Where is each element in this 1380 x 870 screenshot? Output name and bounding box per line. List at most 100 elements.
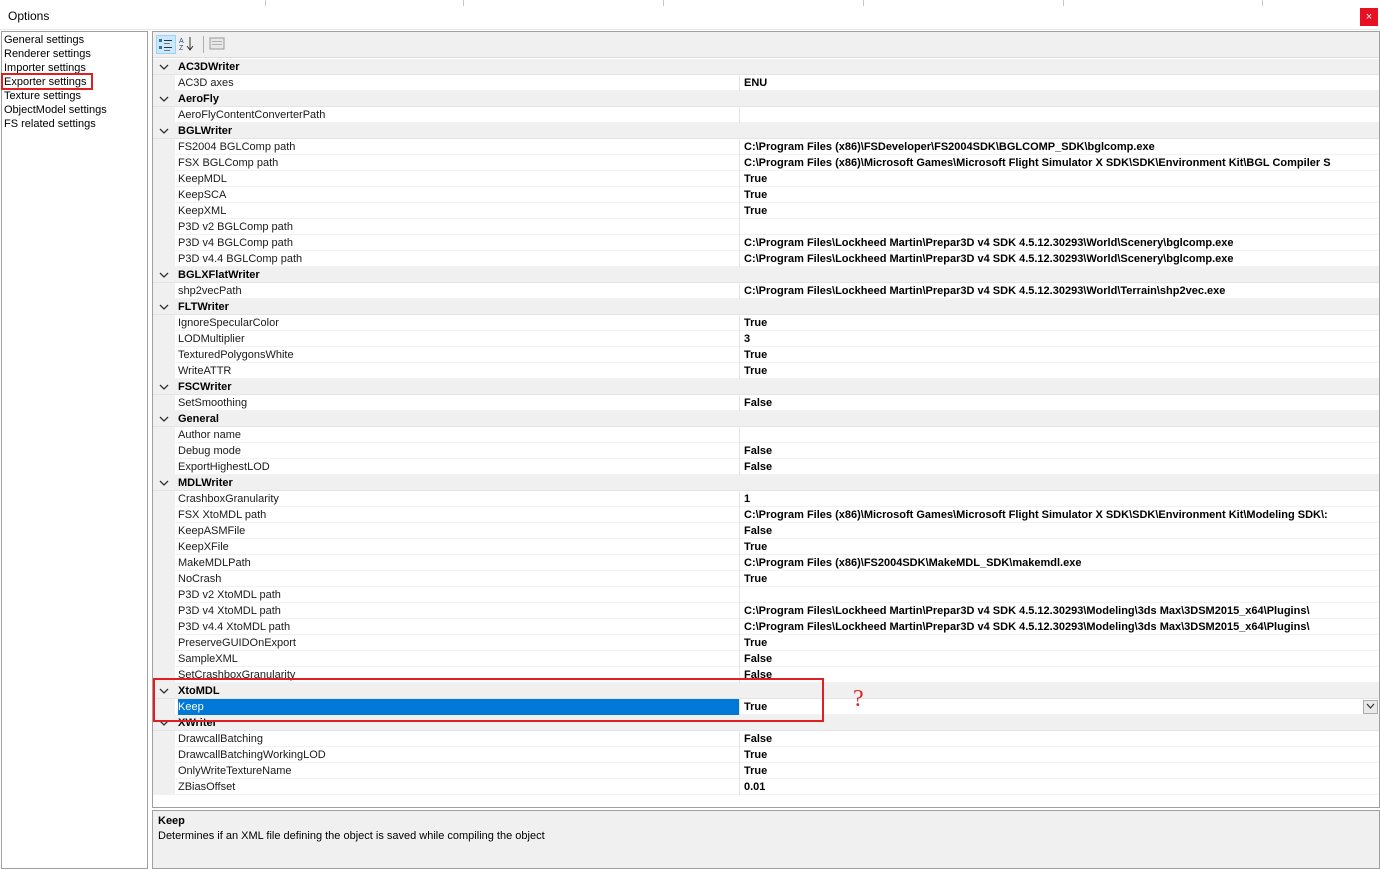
- property-value[interactable]: False: [739, 395, 1379, 411]
- property-name[interactable]: SampleXML: [178, 651, 739, 667]
- category-row[interactable]: FLTWriter: [153, 299, 1379, 315]
- property-row[interactable]: KeepASMFile False: [153, 523, 1379, 539]
- sidebar-item-texture[interactable]: Texture settings: [4, 89, 81, 103]
- property-name[interactable]: CrashboxGranularity: [178, 491, 739, 507]
- property-row[interactable]: MakeMDLPath C:\Program Files (x86)\FS2004…: [153, 555, 1379, 571]
- property-row[interactable]: DrawcallBatching False: [153, 731, 1379, 747]
- category-row[interactable]: BGLWriter: [153, 123, 1379, 139]
- property-value[interactable]: True: [739, 571, 1379, 587]
- property-value[interactable]: C:\Program Files (x86)\FS2004SDK\MakeMDL…: [739, 555, 1379, 571]
- property-value[interactable]: 0.01: [739, 779, 1379, 795]
- property-value[interactable]: True: [739, 203, 1379, 219]
- property-name[interactable]: KeepXML: [178, 203, 739, 219]
- property-name[interactable]: Author name: [178, 427, 739, 443]
- property-value[interactable]: [739, 107, 1379, 123]
- property-row[interactable]: P3D v4 BGLComp path C:\Program Files\Lock…: [153, 235, 1379, 251]
- property-value[interactable]: C:\Program Files (x86)\Microsoft Games\M…: [739, 507, 1379, 523]
- property-row[interactable]: ZBiasOffset 0.01: [153, 779, 1379, 795]
- property-row[interactable]: P3D v2 XtoMDL path: [153, 587, 1379, 603]
- property-value[interactable]: True: [739, 747, 1379, 763]
- property-row[interactable]: SetSmoothing False: [153, 395, 1379, 411]
- sidebar-item-objectmodel[interactable]: ObjectModel settings: [4, 103, 107, 117]
- property-name[interactable]: FSX XtoMDL path: [178, 507, 739, 523]
- category-row[interactable]: MDLWriter: [153, 475, 1379, 491]
- property-name[interactable]: KeepASMFile: [178, 523, 739, 539]
- category-row[interactable]: General: [153, 411, 1379, 427]
- property-row[interactable]: FSX XtoMDL path C:\Program Files (x86)\Mi…: [153, 507, 1379, 523]
- close-button[interactable]: ×: [1360, 8, 1378, 26]
- property-name[interactable]: ExportHighestLOD: [178, 459, 739, 475]
- property-name[interactable]: SetSmoothing: [178, 395, 739, 411]
- property-value[interactable]: False: [739, 523, 1379, 539]
- property-row[interactable]: FSX BGLComp path C:\Program Files (x86)\M…: [153, 155, 1379, 171]
- property-row[interactable]: LODMultiplier 3: [153, 331, 1379, 347]
- property-value[interactable]: False: [739, 443, 1379, 459]
- property-row[interactable]: KeepXFile True: [153, 539, 1379, 555]
- category-row[interactable]: AeroFly: [153, 91, 1379, 107]
- property-row[interactable]: Debug mode False: [153, 443, 1379, 459]
- property-value[interactable]: True: [739, 171, 1379, 187]
- property-name[interactable]: P3D v2 BGLComp path: [178, 219, 739, 235]
- property-value[interactable]: False: [739, 459, 1379, 475]
- property-value[interactable]: 1: [739, 491, 1379, 507]
- property-value[interactable]: C:\Program Files\Lockheed Martin\Prepar3…: [739, 619, 1379, 635]
- property-value[interactable]: C:\Program Files (x86)\Microsoft Games\M…: [739, 155, 1379, 171]
- property-name[interactable]: P3D v4 BGLComp path: [178, 235, 739, 251]
- property-row[interactable]: P3D v4 XtoMDL path C:\Program Files\Lockh…: [153, 603, 1379, 619]
- property-name[interactable]: KeepXFile: [178, 539, 739, 555]
- sidebar-item-renderer[interactable]: Renderer settings: [4, 47, 91, 61]
- sidebar-item-fs-related[interactable]: FS related settings: [4, 117, 96, 131]
- property-row[interactable]: shp2vecPath C:\Program Files\Lockheed Mar…: [153, 283, 1379, 299]
- property-row[interactable]: KeepMDL True: [153, 171, 1379, 187]
- category-row[interactable]: BGLXFlatWriter: [153, 267, 1379, 283]
- property-row[interactable]: AC3D axes ENU: [153, 75, 1379, 91]
- property-name[interactable]: NoCrash: [178, 571, 739, 587]
- property-name[interactable]: P3D v4.4 BGLComp path: [178, 251, 739, 267]
- property-name[interactable]: FS2004 BGLComp path: [178, 139, 739, 155]
- value-dropdown-button[interactable]: [1363, 700, 1378, 714]
- property-value[interactable]: C:\Program Files\Lockheed Martin\Prepar3…: [739, 251, 1379, 267]
- property-row[interactable]: KeepXML True: [153, 203, 1379, 219]
- property-name[interactable]: FSX BGLComp path: [178, 155, 739, 171]
- property-value[interactable]: True: [739, 539, 1379, 555]
- property-name[interactable]: KeepMDL: [178, 171, 739, 187]
- property-row[interactable]: DrawcallBatchingWorkingLOD True: [153, 747, 1379, 763]
- property-name[interactable]: WriteATTR: [178, 363, 739, 379]
- property-value[interactable]: True: [739, 699, 1379, 715]
- property-value[interactable]: C:\Program Files\Lockheed Martin\Prepar3…: [739, 235, 1379, 251]
- property-value[interactable]: C:\Program Files\Lockheed Martin\Prepar3…: [739, 603, 1379, 619]
- property-value[interactable]: False: [739, 667, 1379, 683]
- property-name[interactable]: shp2vecPath: [178, 283, 739, 299]
- property-value[interactable]: 3: [739, 331, 1379, 347]
- property-value[interactable]: C:\Program Files\Lockheed Martin\Prepar3…: [739, 283, 1379, 299]
- property-row[interactable]: NoCrash True: [153, 571, 1379, 587]
- category-row[interactable]: AC3DWriter: [153, 59, 1379, 75]
- property-value[interactable]: False: [739, 651, 1379, 667]
- property-row[interactable]: P3D v2 BGLComp path: [153, 219, 1379, 235]
- property-value[interactable]: True: [739, 315, 1379, 331]
- property-name[interactable]: LODMultiplier: [178, 331, 739, 347]
- property-row[interactable]: FS2004 BGLComp path C:\Program Files (x86…: [153, 139, 1379, 155]
- property-row[interactable]: AeroFlyContentConverterPath: [153, 107, 1379, 123]
- property-value[interactable]: True: [739, 763, 1379, 779]
- property-row[interactable]: CrashboxGranularity 1: [153, 491, 1379, 507]
- property-row[interactable]: SampleXML False: [153, 651, 1379, 667]
- property-row[interactable]: TexturedPolygonsWhite True: [153, 347, 1379, 363]
- property-name[interactable]: AeroFlyContentConverterPath: [178, 107, 739, 123]
- property-row[interactable]: ExportHighestLOD False: [153, 459, 1379, 475]
- settings-category-list[interactable]: General settings Renderer settings Impor…: [1, 31, 148, 869]
- property-name[interactable]: IgnoreSpecularColor: [178, 315, 739, 331]
- property-value[interactable]: True: [739, 635, 1379, 651]
- property-name[interactable]: P3D v4 XtoMDL path: [178, 603, 739, 619]
- property-value[interactable]: True: [739, 187, 1379, 203]
- property-name[interactable]: Debug mode: [178, 443, 739, 459]
- property-row[interactable]: KeepSCA True: [153, 187, 1379, 203]
- property-row[interactable]: IgnoreSpecularColor True: [153, 315, 1379, 331]
- sidebar-item-general[interactable]: General settings: [4, 33, 84, 47]
- property-name[interactable]: P3D v4.4 XtoMDL path: [178, 619, 739, 635]
- property-name[interactable]: KeepSCA: [178, 187, 739, 203]
- property-value[interactable]: True: [739, 363, 1379, 379]
- category-row[interactable]: FSCWriter: [153, 379, 1379, 395]
- property-row[interactable]: OnlyWriteTextureName True: [153, 763, 1379, 779]
- property-row[interactable]: P3D v4.4 BGLComp path C:\Program Files\Lo…: [153, 251, 1379, 267]
